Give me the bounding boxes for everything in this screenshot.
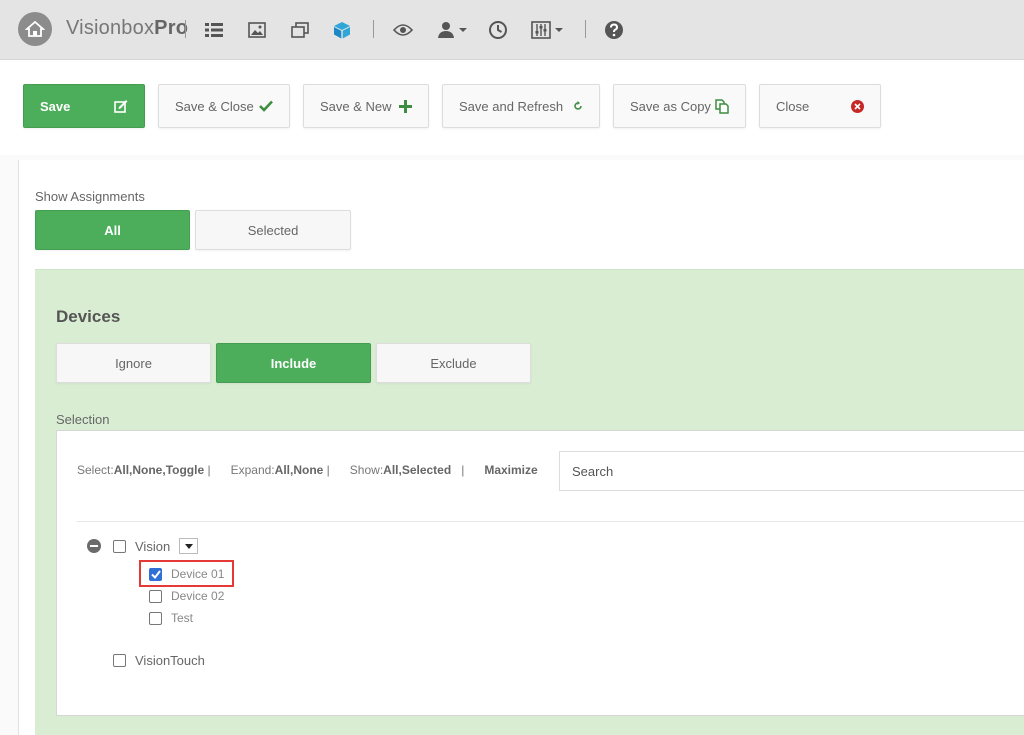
close-button[interactable]: Close [759,84,881,128]
close-label: Close [776,98,810,114]
device-02-checkbox[interactable] [149,589,162,603]
mode-include-button[interactable]: Include [216,343,371,383]
close-icon [851,99,864,113]
devices-title: Devices [56,307,121,326]
expand-label: Expand: [230,463,275,477]
edit-icon [114,100,128,113]
user-icon[interactable] [436,19,468,41]
visiontouch-label: VisionTouch [135,653,205,668]
select-tools: Select:All,None,Toggle | [77,463,211,477]
nav-separator [585,20,586,38]
chevron-down-icon [459,28,467,32]
caret-down-icon [184,543,193,549]
expand-tools: Expand:All,None | [231,463,330,477]
help-icon[interactable] [604,19,624,41]
image-icon[interactable] [247,19,267,41]
vision-checkbox[interactable] [113,539,126,553]
clock-icon[interactable] [488,19,508,41]
vision-label: Vision [135,538,171,554]
tree-group-vision: Vision [87,538,199,554]
collapse-icon[interactable] [87,539,101,553]
mode-exclude-button[interactable]: Exclude [376,343,531,383]
selection-tools: Select:All,None,Toggle | Expand:All,None… [77,463,538,477]
save-new-button[interactable]: Save & New [303,84,429,128]
chevron-down-icon [555,28,563,32]
show-assignments-label: Show Assignments [35,189,145,204]
cube-icon[interactable] [332,19,352,41]
copy-icon [715,98,729,114]
action-toolbar: Save Save & Close Save & New Save and Re… [0,60,1024,155]
select-label: Select: [77,463,114,477]
save-button[interactable]: Save [23,84,145,128]
selection-box: Select:All,None,Toggle | Expand:All,None… [56,430,1024,716]
show-label: Show: [349,463,384,477]
save-new-label: Save & New [320,98,392,114]
home-icon[interactable] [18,12,52,46]
search-input[interactable] [559,451,1024,491]
expand-options-link[interactable]: All,None [275,463,324,477]
visiontouch-checkbox[interactable] [113,654,126,667]
nav-separator [185,20,186,38]
selection-highlight [139,560,234,587]
top-navbar: VisionboxPro [0,0,1024,60]
show-tools: Show:All,Selected | [350,463,465,477]
tree-item-device-02: Device 02 [149,589,224,603]
windows-icon[interactable] [290,19,310,41]
save-close-label: Save & Close [175,98,254,114]
plus-icon [399,99,412,113]
tool-separator: | [326,463,330,477]
save-copy-button[interactable]: Save as Copy [613,84,746,128]
save-copy-label: Save as Copy [630,98,711,114]
assignments-all-button[interactable]: All [35,210,190,250]
eye-icon[interactable] [393,19,413,41]
selection-label: Selection [56,412,110,427]
mode-ignore-button[interactable]: Ignore [56,343,211,383]
tree-group-visiontouch: VisionTouch [113,653,205,668]
save-close-button[interactable]: Save & Close [158,84,290,128]
tree-item-test: Test [149,611,193,625]
content-area: Show Assignments All Selected Devices Ig… [18,160,1024,735]
save-refresh-label: Save and Refresh [459,98,564,114]
maximize-link[interactable]: Maximize [484,463,537,477]
sliders-icon[interactable] [530,19,564,41]
app-brand: VisionboxPro [66,17,189,39]
check-icon [259,100,273,112]
show-options-link[interactable]: All,Selected [383,463,451,477]
refresh-icon [574,101,582,110]
list-icon[interactable] [204,19,224,41]
divider [77,521,1024,522]
device-02-label: Device 02 [171,589,225,603]
test-checkbox[interactable] [149,611,162,625]
tool-separator: | [207,463,211,477]
tool-separator: | [461,463,465,477]
select-options-link[interactable]: All,None,Toggle [114,463,204,477]
vision-dropdown-button[interactable] [179,538,199,554]
nav-separator [373,20,374,38]
save-refresh-button[interactable]: Save and Refresh [442,84,600,128]
test-label: Test [171,611,194,625]
save-label: Save [40,98,71,114]
devices-panel: Devices Ignore Include Exclude Selection… [35,269,1024,735]
assignments-selected-button[interactable]: Selected [195,210,351,250]
